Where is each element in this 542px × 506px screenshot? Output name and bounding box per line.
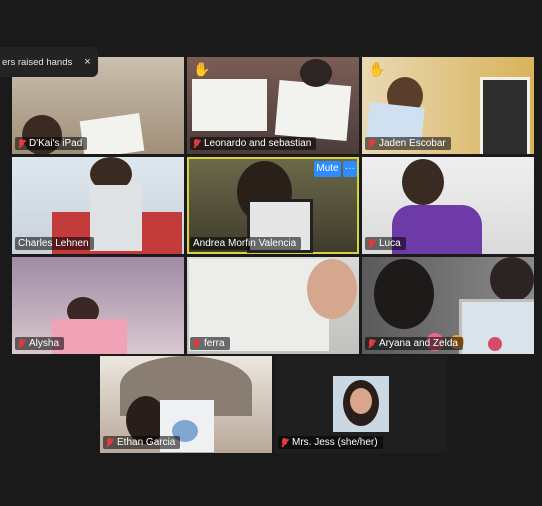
mute-button[interactable]: Mute <box>314 161 341 177</box>
video-tile-aryana-zelda[interactable]: Aryana and Zelda <box>362 257 534 354</box>
participant-name: Charles Lehnen <box>18 238 89 249</box>
close-icon[interactable]: × <box>84 56 90 68</box>
mic-muted-icon <box>368 338 375 349</box>
video-tile-mrs-jess[interactable]: Mrs. Jess (she/her) <box>275 356 447 453</box>
raised-hands-notification[interactable]: ers raised hands × <box>0 47 98 77</box>
participant-name: Leonardo and sebastian <box>204 138 312 149</box>
mic-muted-icon <box>193 138 200 149</box>
participant-name-label: ferra <box>190 337 230 350</box>
participant-name-label: Aryana and Zelda <box>365 337 463 350</box>
mic-muted-icon <box>368 138 375 149</box>
participant-name-label: Leonardo and sebastian <box>190 137 317 150</box>
video-tile-luca[interactable]: Luca <box>362 157 534 254</box>
notification-text: ers raised hands <box>2 56 73 68</box>
mic-muted-icon <box>193 338 200 349</box>
participant-name: ferra <box>204 338 225 349</box>
raised-hand-icon: ✋ <box>193 61 211 77</box>
raised-hand-icon: ✋ <box>368 61 386 77</box>
video-tile-leonardo-sebastian[interactable]: ✋ Leonardo and sebastian <box>187 57 359 154</box>
participant-name-label: Charles Lehnen <box>15 237 94 250</box>
participant-name-label: Alysha <box>15 337 65 350</box>
mic-muted-icon <box>106 437 113 448</box>
participant-name-label: Jaden Escobar <box>365 137 451 150</box>
mic-muted-icon <box>368 238 375 249</box>
video-tile-andrea[interactable]: Mute ··· Andrea Morfin Valencia <box>187 157 359 254</box>
video-tile-jaden[interactable]: ✋ Jaden Escobar <box>362 57 534 154</box>
video-tile-ethan[interactable]: Ethan Garcia <box>100 356 272 453</box>
video-tile-ferra[interactable]: ferra <box>187 257 359 354</box>
participant-name-label: Mrs. Jess (she/her) <box>278 436 383 449</box>
video-tile-charles[interactable]: Charles Lehnen <box>12 157 184 254</box>
participant-name: Andrea Morfin Valencia <box>193 238 297 249</box>
participant-name: Ethan Garcia <box>117 437 176 448</box>
profile-photo <box>333 376 389 432</box>
participant-name: Aryana and Zelda <box>379 338 458 349</box>
mic-muted-icon <box>281 437 288 448</box>
participant-name: Mrs. Jess (she/her) <box>292 437 378 448</box>
participant-name-label: Ethan Garcia <box>103 436 181 449</box>
video-tile-alysha[interactable]: Alysha <box>12 257 184 354</box>
participant-name: Jaden Escobar <box>379 138 446 149</box>
participant-name: Alysha <box>29 338 60 349</box>
participant-name-label: Andrea Morfin Valencia <box>190 237 302 250</box>
participant-name-label: Luca <box>365 237 406 250</box>
mic-muted-icon <box>18 138 25 149</box>
participant-name-label: D'Kai's iPad <box>15 137 88 150</box>
more-options-button[interactable]: ··· <box>343 161 357 177</box>
participant-name: Luca <box>379 238 401 249</box>
participant-name: D'Kai's iPad <box>29 138 83 149</box>
mic-muted-icon <box>18 338 25 349</box>
